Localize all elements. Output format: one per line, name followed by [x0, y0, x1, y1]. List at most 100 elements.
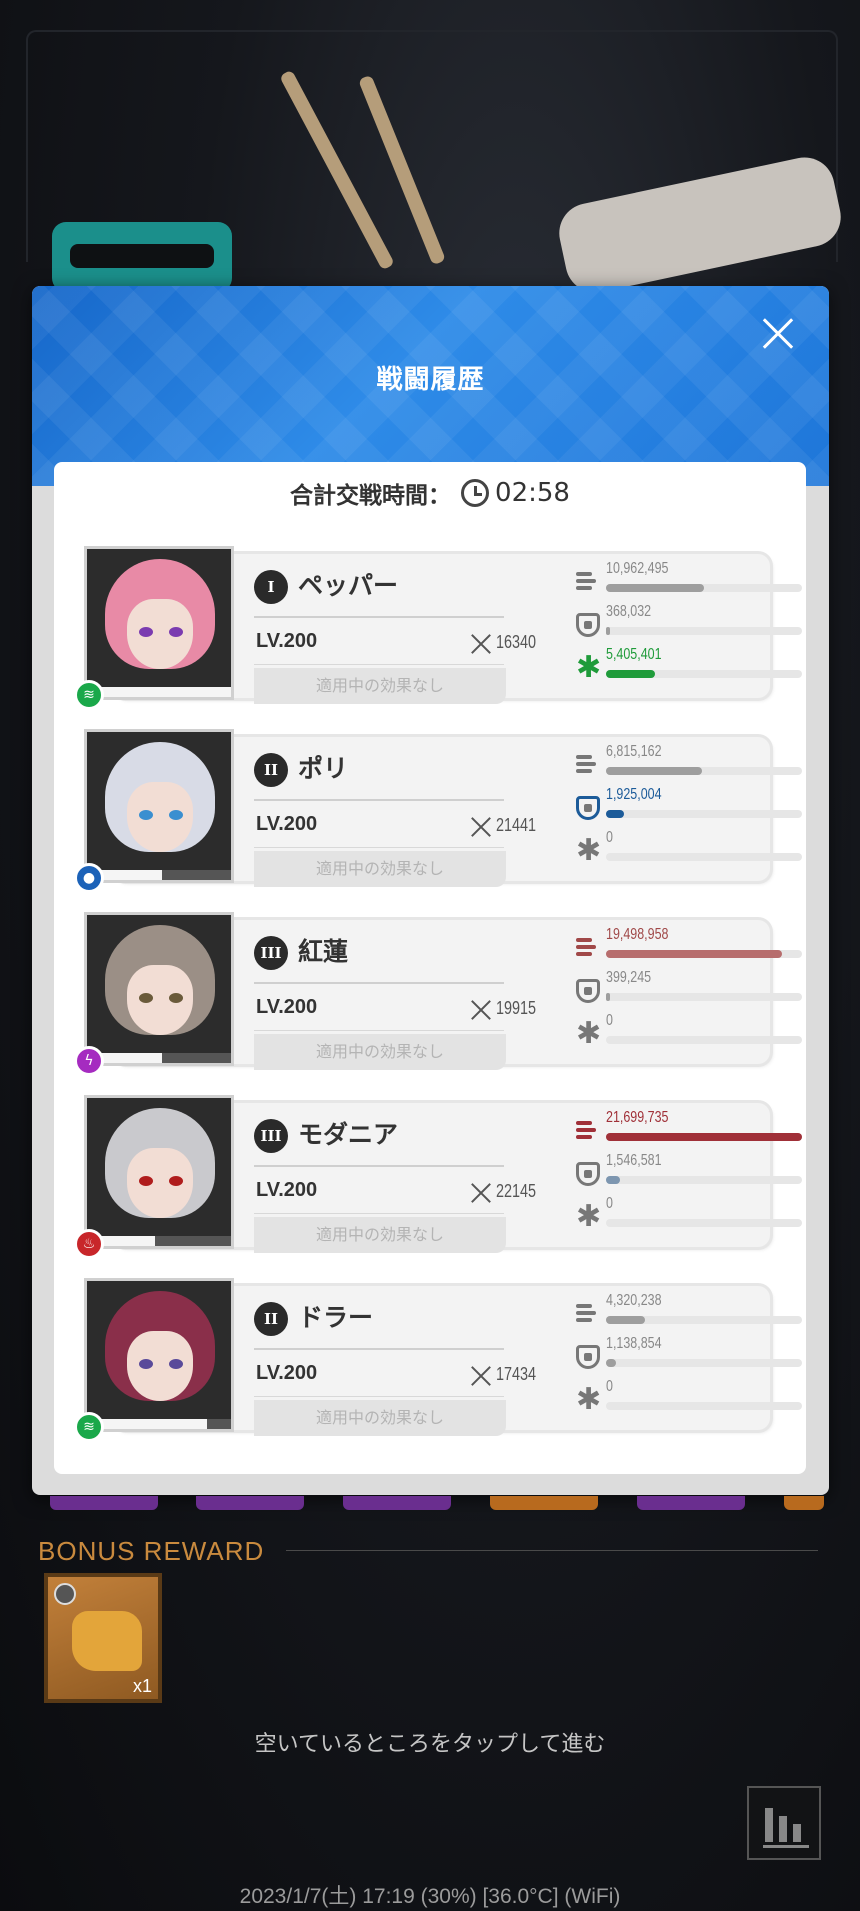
shield-stat: 368,032 — [576, 603, 802, 645]
damage-stat: 10,962,495 — [576, 560, 802, 602]
heal-bar — [606, 1219, 802, 1227]
shield-value: 1,546,581 — [606, 1152, 662, 1169]
shield-bar — [606, 1176, 802, 1184]
character-level: LV.200 — [256, 1179, 318, 1201]
shield-bar-fill — [606, 810, 624, 818]
shield-bar-fill — [606, 627, 610, 635]
hp-bar — [87, 1236, 231, 1246]
heal-stat: ✱ 5,405,401 — [576, 646, 802, 688]
crossed-swords-icon — [470, 999, 492, 1021]
damage-icon — [576, 1119, 600, 1143]
tap-to-continue-hint: 空いているところをタップして進む — [254, 1732, 606, 1757]
total-time-label: 合計交戦時間： — [290, 483, 452, 509]
heal-value: 0 — [606, 1195, 613, 1212]
reward-strip-item — [50, 1496, 158, 1510]
shield-bar — [606, 627, 802, 635]
shield-value: 1,925,004 — [606, 786, 662, 803]
damage-stat: 21,699,735 — [576, 1109, 802, 1151]
shield-icon — [576, 613, 600, 637]
active-effects-status: 適用中の効果なし — [254, 668, 506, 704]
shield-stat: 1,138,854 — [576, 1335, 802, 1377]
burst-level-badge: I — [254, 570, 288, 604]
heal-stat: ✱ 0 — [576, 1378, 802, 1420]
portrait-eye — [169, 627, 183, 637]
damage-value: 4,320,238 — [606, 1292, 662, 1309]
character-portrait — [84, 729, 234, 883]
heal-stat: ✱ 0 — [576, 829, 802, 871]
shield-badge-icon — [54, 1583, 76, 1605]
damage-value: 19,498,958 — [606, 926, 669, 943]
crossed-swords-icon — [470, 633, 492, 655]
heal-stat: ✱ 0 — [576, 1195, 802, 1237]
damage-bar-fill — [606, 1316, 646, 1324]
damage-bar — [606, 1316, 802, 1324]
reward-quantity: x1 — [132, 1676, 152, 1696]
portrait-face — [127, 782, 193, 852]
reward-strip-item — [490, 1496, 598, 1510]
battle-history-modal: 戦闘履歴 合計交戦時間： 02:58 ≋ I ペッパー LV.200 16340 … — [32, 286, 829, 1495]
shield-icon — [576, 979, 600, 1003]
heal-bar — [606, 1402, 802, 1410]
hp-bar — [87, 1053, 231, 1063]
damage-bar-fill — [606, 950, 783, 958]
shield-bar — [606, 810, 802, 818]
shield-bar-fill — [606, 1176, 620, 1184]
close-icon[interactable] — [754, 310, 802, 358]
heal-icon: ✱ — [576, 1382, 602, 1417]
shield-stat: 1,925,004 — [576, 786, 802, 828]
combat-power: 21441 — [496, 815, 537, 835]
burst-level-badge: II — [254, 1302, 288, 1336]
hp-bar — [87, 870, 231, 880]
total-engagement-time: 合計交戦時間： 02:58 — [54, 476, 806, 510]
character-name: ペッパー — [298, 571, 399, 600]
damage-bar — [606, 584, 802, 592]
damage-bar — [606, 1133, 802, 1141]
level-divider — [254, 1030, 504, 1031]
portrait-eye — [139, 1359, 153, 1369]
heal-icon: ✱ — [576, 1199, 602, 1234]
name-divider — [254, 616, 504, 618]
heal-value: 0 — [606, 829, 613, 846]
bonus-reward-item[interactable]: x1 — [44, 1573, 162, 1703]
shield-stat: 399,245 — [576, 969, 802, 1011]
shield-bar-fill — [606, 1359, 616, 1367]
heal-stat: ✱ 0 — [576, 1012, 802, 1054]
damage-icon — [576, 753, 600, 777]
combat-power: 19915 — [496, 998, 537, 1018]
modal-header: 戦闘履歴 — [32, 286, 829, 486]
combat-power: 22145 — [496, 1181, 537, 1201]
portrait-face — [127, 965, 193, 1035]
damage-icon — [576, 1302, 600, 1326]
portrait-eye — [139, 627, 153, 637]
damage-stat: 6,815,162 — [576, 743, 802, 785]
damage-bar — [606, 767, 802, 775]
damage-bar-fill — [606, 1133, 802, 1141]
character-level: LV.200 — [256, 996, 318, 1018]
character-row: ♨ III モダニア LV.200 22145 適用中の効果なし 21,699,… — [74, 1095, 802, 1259]
portrait-face — [127, 1331, 193, 1401]
reward-strip-item — [343, 1496, 451, 1510]
level-divider — [254, 664, 504, 665]
shield-bar-fill — [606, 993, 610, 1001]
heal-icon: ✱ — [576, 650, 602, 685]
bonus-reward-title: BONUS REWARD — [38, 1536, 265, 1566]
heal-value: 0 — [606, 1012, 613, 1029]
bonus-divider — [286, 1550, 818, 1551]
portrait-face — [127, 1148, 193, 1218]
crossed-swords-icon — [470, 816, 492, 838]
damage-stat: 4,320,238 — [576, 1292, 802, 1334]
reward-strip-item — [784, 1496, 824, 1510]
heal-bar — [606, 670, 802, 678]
clock-icon — [461, 479, 490, 507]
portrait-eye — [139, 1176, 153, 1186]
character-row: ≋ I ペッパー LV.200 16340 適用中の効果なし 10,962,49… — [74, 546, 802, 710]
shield-icon — [576, 1345, 600, 1369]
heal-bar — [606, 853, 802, 861]
damage-value: 6,815,162 — [606, 743, 662, 760]
active-effects-status: 適用中の効果なし — [254, 1217, 506, 1253]
name-divider — [254, 1165, 504, 1167]
shield-value: 368,032 — [606, 603, 652, 620]
stats-button[interactable] — [747, 1786, 821, 1860]
heal-value: 5,405,401 — [606, 646, 662, 663]
portrait-eye — [169, 810, 183, 820]
